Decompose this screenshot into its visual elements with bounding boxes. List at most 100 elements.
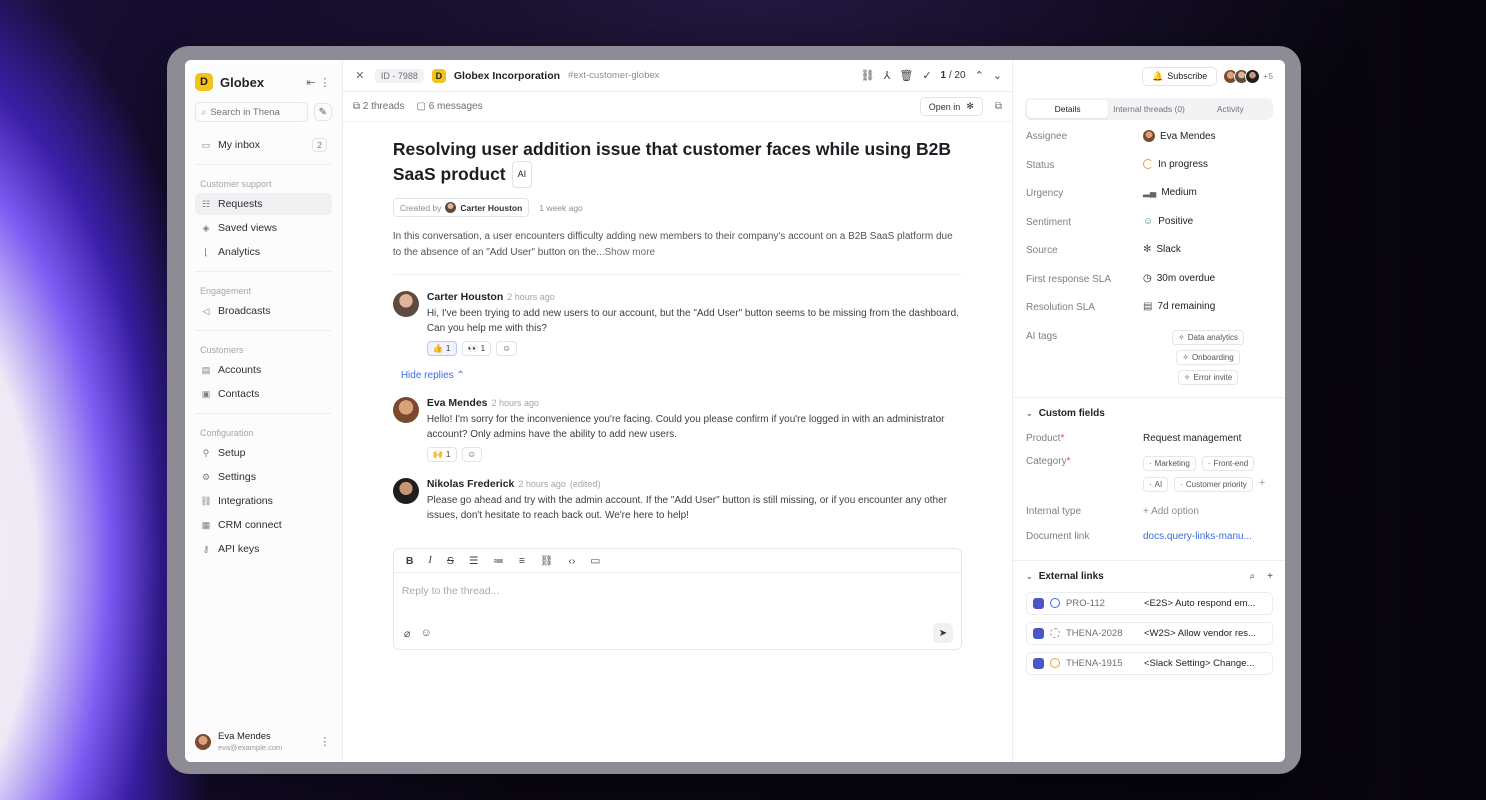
search-input[interactable] [210,106,301,118]
search-icon[interactable]: ⌕ [1250,571,1256,582]
custom-fields-header[interactable]: ⌄ Custom fields [1026,408,1273,419]
sidebar-item-saved-views[interactable]: ◈ Saved views [195,217,332,239]
numbered-list-icon[interactable]: ≔ [493,555,504,567]
sidebar-item-broadcasts[interactable]: ◁ Broadcasts [195,300,332,322]
emoji-icon[interactable]: ☺ [420,627,431,639]
status-in-progress-icon [1050,598,1060,608]
channel-name[interactable]: #ext-customer-globex [568,70,659,81]
chevron-down-icon[interactable]: ⌄ [993,69,1002,82]
prop-sentiment[interactable]: Sentiment ☺ Positive [1026,216,1273,245]
sidebar-item-analytics[interactable]: ⌊ Analytics [195,241,332,263]
reply-input[interactable]: Reply to the thread... [394,573,961,609]
sidebar-item-my-inbox[interactable]: ▭ My inbox 2 [195,134,332,156]
more-vertical-icon[interactable]: ⋮ [318,735,332,749]
link-icon[interactable]: ⛓ [540,554,553,567]
search-box[interactable]: ⌕ [195,102,308,122]
external-link-title: <Slack Setting> Change... [1144,657,1255,669]
prop-label: Source [1026,245,1058,256]
add-reaction-icon[interactable]: ☺ [496,341,517,356]
details-panel: 🔔 Subscribe +5 Details Internal threads (… [1013,60,1285,762]
reaction-raised-hands[interactable]: 🙌 1 [426,447,457,462]
add-reaction-icon[interactable]: ☺ [461,447,483,462]
send-button[interactable]: ➤ [933,623,953,643]
sidebar-item-settings[interactable]: ⚙ Settings [195,466,332,488]
trash-icon[interactable]: 🗑 [899,69,913,82]
prop-assignee[interactable]: Assignee Eva Mendes [1026,130,1273,159]
sidebar-item-integrations[interactable]: ⛓ Integrations [195,490,332,512]
open-in-button[interactable]: Open in ✻ [919,97,983,116]
message-text: Hi, I've been trying to add new users to… [426,308,959,334]
sidebar-item-api-keys[interactable]: ⚷ API keys [195,538,332,560]
sidebar-item-accounts[interactable]: ▤ Accounts [195,359,332,381]
add-category-icon[interactable]: + [1259,477,1265,492]
prop-first-response-sla[interactable]: First response SLA ◷ 30m overdue [1026,273,1273,302]
assignee-value: Eva Mendes [1160,130,1216,142]
strikethrough-icon[interactable]: S [447,555,454,567]
category-tag[interactable]: · Marketing [1143,455,1196,471]
chevron-up-icon[interactable]: ⌃ [975,69,984,82]
category-tag[interactable]: · Front-end [1201,455,1255,471]
slack-icon: ✻ [966,101,974,111]
attachment-icon[interactable]: ⌀ [404,627,411,640]
tab-activity[interactable]: Activity [1190,100,1271,118]
merge-icon[interactable]: ⅄ [884,69,891,82]
reaction-thumbs-up[interactable]: 👍 1 [426,341,457,356]
copy-icon[interactable]: ⧉ [995,101,1002,112]
collapse-sidebar-icon[interactable]: ⇤ [304,75,318,89]
crm-icon: ▦ [201,519,211,530]
external-link-row[interactable]: PRO-112 <E2S> Auto respond em... [1026,591,1273,615]
conversation-header: ✕ ID - 7988 D Globex Incorporation #ext-… [342,60,1012,92]
check-icon[interactable]: ✓ [922,69,931,82]
external-link-row[interactable]: THENA-1915 <Slack Setting> Change... [1026,651,1273,675]
sidebar-item-requests[interactable]: ☷ Requests [195,193,332,215]
smile-icon: ☺ [1143,215,1154,227]
compose-icon[interactable]: ✎ [313,103,332,121]
ticket-summary: In this conversation, a user encounters … [392,229,962,275]
message-author: Carter Houston 2 hours ago [426,291,555,303]
show-more-link[interactable]: Show more [605,247,656,258]
ai-tag[interactable]: ✧ Error invite [1177,369,1239,385]
code-icon[interactable]: ‹› [568,555,575,567]
indent-icon[interactable]: ≡ [519,555,525,567]
subscribe-button[interactable]: 🔔 Subscribe [1142,66,1218,86]
sidebar-item-setup[interactable]: ⚲ Setup [195,442,332,464]
ai-tag[interactable]: ✧ Onboarding [1176,349,1240,365]
prop-status[interactable]: Status In progress [1026,159,1273,188]
external-links-header[interactable]: ⌄ External links ⌕ + [1026,571,1273,582]
watchers[interactable]: +5 [1223,68,1273,84]
document-link[interactable]: docs.query-links-manu... [1143,531,1252,542]
messages-count[interactable]: ▢ 6 messages [416,101,482,112]
code-block-icon[interactable]: ▭ [590,555,600,567]
close-icon[interactable]: ✕ [353,69,367,83]
tab-internal-threads[interactable]: Internal threads (0) [1108,100,1189,118]
prop-urgency[interactable]: Urgency ▂▄ Medium [1026,187,1273,216]
current-user[interactable]: Eva Mendes eva@example.com ⋮ [195,731,332,752]
category-tag[interactable]: · AI [1143,476,1169,492]
prop-source[interactable]: Source ✻ Slack [1026,244,1273,273]
tab-details[interactable]: Details [1027,100,1109,118]
created-time: 1 week ago [539,202,583,213]
layers-icon: ◈ [202,222,210,233]
bold-icon[interactable]: B [406,555,414,567]
add-icon[interactable]: + [1267,571,1273,582]
hide-replies-toggle[interactable]: Hide replies ⌃ [401,370,962,381]
source-value: Slack [1156,244,1181,255]
bullet-list-icon[interactable]: ☰ [469,555,478,567]
link-icon[interactable]: ⛓ [861,69,875,82]
sidebar-item-label: Analytics [218,246,261,258]
ai-tag[interactable]: ✧ Data analytics [1172,329,1244,345]
italic-icon[interactable]: I [428,555,432,566]
prop-resolution-sla[interactable]: Resolution SLA ▤ 7d remaining [1026,301,1273,330]
sidebar-item-crm-connect[interactable]: ▦ CRM connect [195,514,332,536]
sparkle-icon: ✧ [1182,352,1189,362]
external-link-row[interactable]: THENA-2028 <W2S> Allow vendor res... [1026,621,1273,645]
slack-icon: ✻ [1143,244,1152,255]
sidebar-item-contacts[interactable]: ▣ Contacts [195,383,332,405]
field-product[interactable]: Product* Request management [1026,433,1273,444]
reaction-eyes[interactable]: 👀 1 [461,341,492,356]
org-name[interactable]: Globex Incorporation [454,70,560,82]
more-vertical-icon[interactable]: ⋮ [318,75,332,89]
threads-count[interactable]: ⧉ 2 threads [353,101,405,112]
field-internal-type[interactable]: Internal type + Add option [1026,506,1273,517]
category-tag[interactable]: · Customer priority [1174,476,1253,492]
